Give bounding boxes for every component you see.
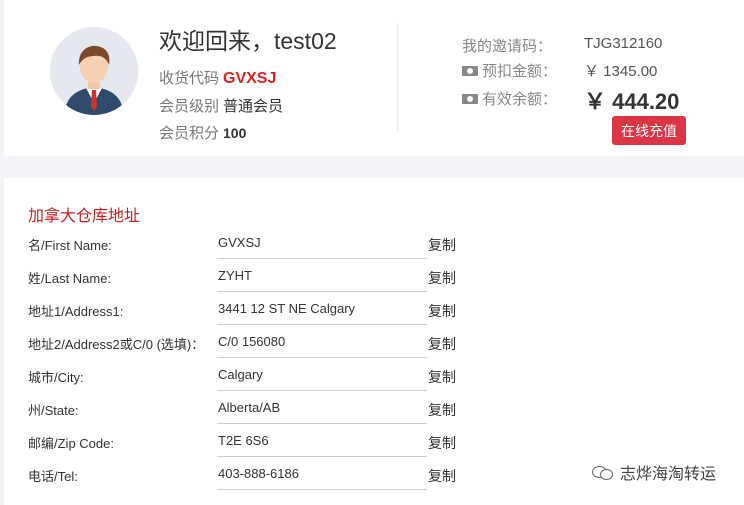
field-value[interactable]: C/0 156080 bbox=[217, 325, 427, 358]
wechat-icon bbox=[592, 464, 614, 480]
money-icon bbox=[462, 66, 478, 76]
section-title: 加拿大仓库地址 bbox=[28, 208, 141, 225]
welcome-heading: 欢迎回来，test02 bbox=[159, 28, 337, 54]
address-row: 邮编/Zip Code: T2E 6S6 复制 bbox=[4, 424, 744, 457]
field-value[interactable]: ZYHT bbox=[217, 259, 427, 292]
member-level-value: 普通会员 bbox=[223, 98, 284, 115]
field-value[interactable]: 3441 12 ST NE Calgary bbox=[217, 292, 427, 325]
address-row: 地址2/Address2或C/0 (选填)： C/0 156080 复制 bbox=[4, 325, 744, 358]
copy-button[interactable]: 复制 bbox=[428, 367, 456, 387]
field-label: 邮编/Zip Code: bbox=[28, 436, 114, 451]
field-label: 地址2/Address2或C/0 (选填)： bbox=[28, 337, 205, 352]
field-label: 电话/Tel: bbox=[28, 469, 78, 484]
address-row: 地址1/Address1: 3441 12 ST NE Calgary 复制 bbox=[4, 292, 744, 325]
member-points-row: 会员积分 100 bbox=[159, 122, 246, 143]
field-label: 州/State: bbox=[28, 403, 79, 418]
field-label: 名/First Name: bbox=[28, 238, 112, 253]
available-balance-value: ￥ 444.20 bbox=[584, 89, 680, 114]
withheld-amount-label: 预扣金额： bbox=[482, 63, 558, 80]
copy-button[interactable]: 复制 bbox=[428, 466, 456, 486]
field-value[interactable]: GVXSJ bbox=[217, 226, 427, 259]
user-avatar-icon bbox=[50, 27, 138, 115]
divider bbox=[397, 22, 398, 132]
member-level-row: 会员级别 普通会员 bbox=[159, 95, 283, 116]
member-points-label: 会员积分 bbox=[159, 125, 220, 142]
receiving-code-value: GVXSJ bbox=[223, 70, 277, 87]
receiving-code-label: 收货代码 bbox=[159, 70, 220, 87]
available-balance-row: 有效余额： bbox=[462, 88, 557, 109]
field-label: 地址1/Address1: bbox=[28, 304, 124, 319]
member-points-value: 100 bbox=[223, 125, 247, 141]
copy-button[interactable]: 复制 bbox=[428, 433, 456, 453]
address-row: 州/State: Alberta/AB 复制 bbox=[4, 391, 744, 424]
member-level-label: 会员级别 bbox=[159, 98, 220, 115]
field-value[interactable]: Alberta/AB bbox=[217, 391, 427, 424]
watermark-text: 志烨海淘转运 bbox=[620, 466, 717, 483]
receiving-code-row: 收货代码 GVXSJ bbox=[159, 67, 276, 88]
field-label: 城市/City: bbox=[28, 370, 84, 385]
user-summary-panel: 欢迎回来，test02 收货代码 GVXSJ 会员级别 普通会员 会员积分 100 我… bbox=[4, 0, 744, 156]
address-row: 姓/Last Name: ZYHT 复制 bbox=[4, 259, 744, 292]
watermark: 志烨海淘转运 bbox=[592, 460, 716, 484]
field-value[interactable]: T2E 6S6 bbox=[217, 424, 427, 457]
invite-code-label: 我的邀请码： bbox=[462, 38, 553, 55]
withheld-amount-value: ￥ 1345.00 bbox=[584, 63, 658, 80]
warehouse-address-card: 加拿大仓库地址 名/First Name: GVXSJ 复制 姓/Last Na… bbox=[4, 178, 744, 505]
field-label: 姓/Last Name: bbox=[28, 271, 112, 286]
available-balance-label: 有效余额： bbox=[482, 91, 558, 108]
copy-button[interactable]: 复制 bbox=[428, 235, 456, 255]
address-row: 城市/City: Calgary 复制 bbox=[4, 358, 744, 391]
copy-button[interactable]: 复制 bbox=[428, 301, 456, 321]
avatar bbox=[50, 27, 138, 115]
copy-button[interactable]: 复制 bbox=[428, 334, 456, 354]
copy-button[interactable]: 复制 bbox=[428, 268, 456, 288]
address-row: 名/First Name: GVXSJ 复制 bbox=[4, 226, 744, 259]
field-value[interactable]: Calgary bbox=[217, 358, 427, 391]
invite-code-value: TJG312160 bbox=[584, 35, 663, 52]
field-value[interactable]: 403-888-6186 bbox=[217, 457, 427, 490]
copy-button[interactable]: 复制 bbox=[428, 400, 456, 420]
withheld-amount-row: 预扣金额： bbox=[462, 60, 557, 81]
online-recharge-button[interactable]: 在线充值 bbox=[612, 116, 686, 145]
money-icon bbox=[462, 94, 478, 104]
